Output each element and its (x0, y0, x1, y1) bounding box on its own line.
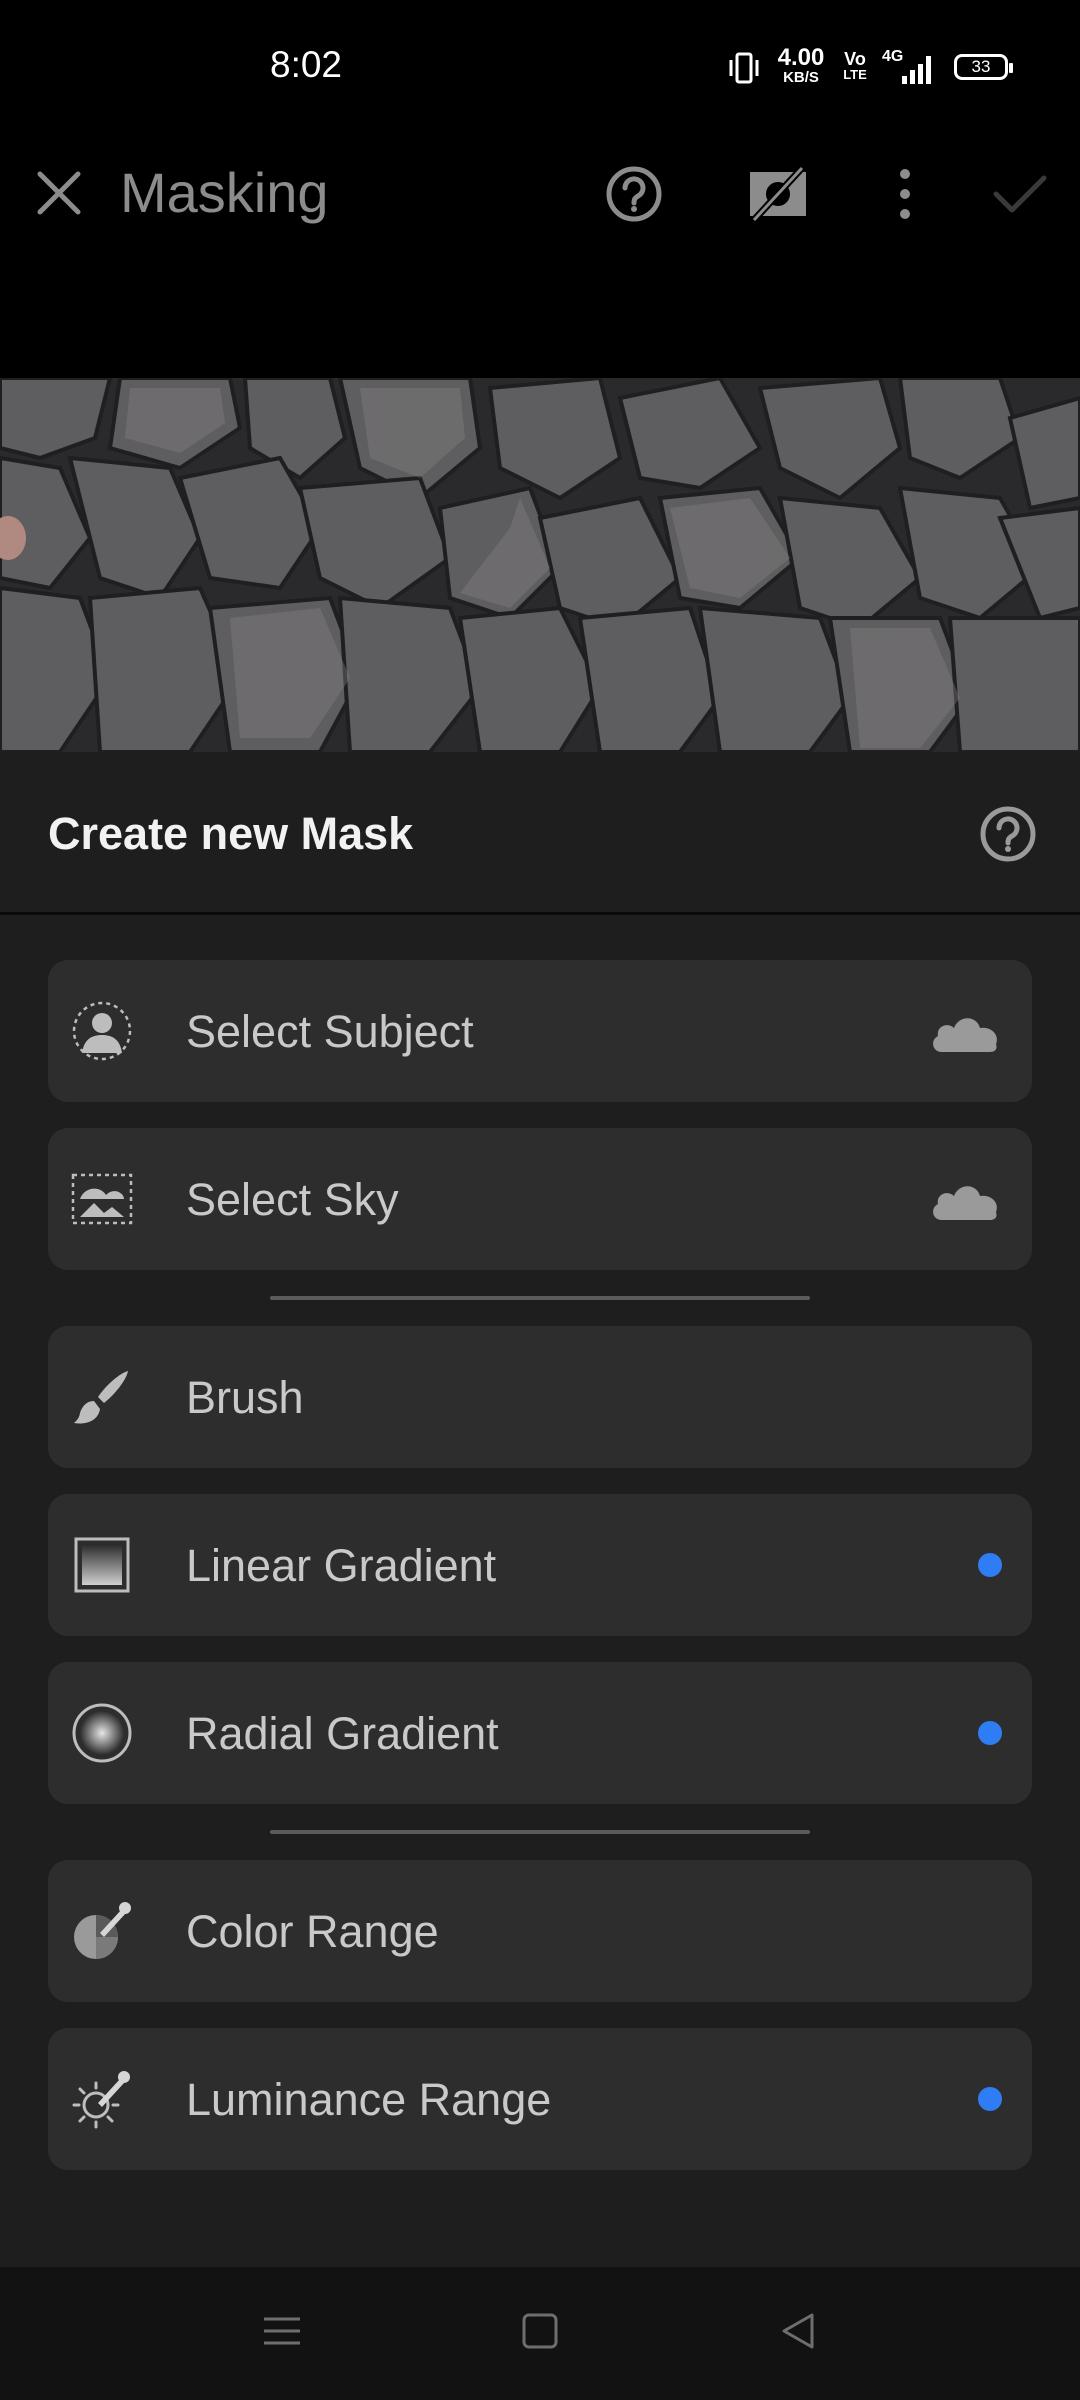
cloud-icon (933, 1018, 997, 1052)
page-title: Masking (120, 161, 329, 224)
sheet-help-icon[interactable] (978, 804, 1038, 864)
photo-preview[interactable] (0, 378, 1080, 752)
system-nav-bar (0, 2267, 1080, 2400)
option-linear-gradient[interactable]: Linear Gradient (48, 1494, 1032, 1636)
option-select-subject[interactable]: Select Subject (48, 960, 1032, 1102)
more-vert-icon[interactable] (890, 164, 920, 224)
help-icon[interactable] (604, 164, 664, 224)
mask-overlay-off-icon[interactable] (748, 166, 808, 222)
check-icon[interactable] (992, 172, 1048, 216)
option-label: Luminance Range (186, 2074, 552, 2125)
option-color-range[interactable]: Color Range (48, 1860, 1032, 2002)
sheet-title: Create new Mask (48, 808, 414, 859)
signal-icon (902, 56, 931, 84)
volte-bottom: LTE (843, 67, 867, 82)
close-icon[interactable] (34, 168, 84, 218)
option-label: Select Sky (186, 1174, 399, 1225)
cracked-earth-image (0, 378, 1080, 752)
new-feature-dot (978, 1553, 1002, 1577)
status-time: 8:02 (270, 44, 343, 85)
network-speed-value: 4.00 (777, 44, 825, 71)
network-speed-unit: KB/S (783, 69, 819, 86)
network-speed: 4.00 KB/S (772, 44, 830, 86)
luminance-range-icon (72, 2071, 130, 2129)
group-separator (270, 1830, 810, 1834)
battery-icon: 33 (954, 54, 1013, 80)
option-label: Linear Gradient (186, 1540, 497, 1591)
new-feature-dot (978, 2087, 1002, 2111)
battery-level: 33 (971, 57, 991, 76)
select-subject-icon (72, 1001, 132, 1061)
linear-gradient-icon (74, 1537, 130, 1593)
option-label: Select Subject (186, 1006, 474, 1057)
new-feature-dot (978, 1721, 1002, 1745)
back-icon[interactable] (778, 2311, 818, 2351)
option-luminance-range[interactable]: Luminance Range (48, 2028, 1032, 2170)
home-icon[interactable] (520, 2311, 560, 2351)
volte-indicator: Vo LTE (840, 50, 870, 81)
brush-icon (74, 1371, 128, 1424)
select-sky-icon (71, 1173, 133, 1225)
sheet-divider (0, 912, 1080, 915)
option-label: Brush (186, 1372, 304, 1423)
vibrate-icon (729, 52, 759, 84)
group-separator (270, 1296, 810, 1300)
option-select-sky[interactable]: Select Sky (48, 1128, 1032, 1270)
volte-top: Vo (844, 49, 866, 69)
option-label: Radial Gradient (186, 1708, 499, 1759)
option-brush[interactable]: Brush (48, 1326, 1032, 1468)
cloud-icon (933, 1186, 997, 1220)
option-label: Color Range (186, 1906, 439, 1957)
option-radial-gradient[interactable]: Radial Gradient (48, 1662, 1032, 1804)
color-range-icon (74, 1902, 131, 1959)
signal-indicator: 4G (880, 48, 936, 88)
menu-icon[interactable] (262, 2311, 302, 2351)
radial-gradient-icon (72, 1703, 132, 1763)
